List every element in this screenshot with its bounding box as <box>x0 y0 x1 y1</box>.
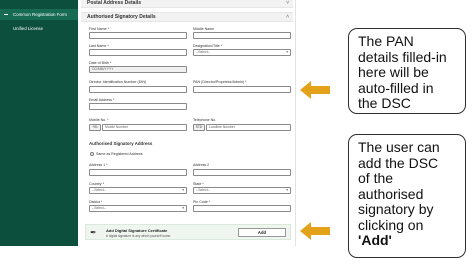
country-value: --Select-- <box>92 188 106 192</box>
mobile-label: Mobile No. * <box>89 118 109 122</box>
last-name-label: Last Name * <box>89 44 109 48</box>
callout-line: the DSC <box>358 95 411 111</box>
state-label: State * <box>193 182 204 186</box>
caret-down-icon: ▾ <box>182 206 184 210</box>
first-name-input[interactable] <box>89 32 187 39</box>
sidebar-item-common-registration-form[interactable]: Common Registration Form <box>0 9 78 20</box>
email-input[interactable] <box>89 103 187 110</box>
sidebar: Common Registration Form Unified License <box>0 0 78 246</box>
postal-address-section-header[interactable]: Postal Address Details ˅ <box>81 0 293 8</box>
designation-select[interactable]: --Select-- ▾ <box>193 49 291 56</box>
callout-line: here will be <box>358 64 429 80</box>
chevron-up-icon: ˄ <box>286 14 289 20</box>
mobile-country-code: +91 <box>89 124 101 131</box>
signatory-address-heading: Authorised Signatory Address <box>89 141 153 146</box>
din-label: Director Identification Number (DIN) <box>89 80 147 84</box>
callout-line: details filled-in <box>358 48 447 65</box>
telephone-std-code[interactable]: STD <box>193 124 205 131</box>
callout-line: authorised <box>358 185 424 202</box>
dsc-panel: ✒ Add Digital Signature Certificate A di… <box>85 224 291 240</box>
address1-input[interactable] <box>89 169 187 176</box>
telephone-placeholder: Landline Number <box>209 125 235 129</box>
pen-signature-icon: ✒ <box>90 228 97 237</box>
dob-input[interactable]: DD/MM/YYYY <box>89 66 187 73</box>
callout-line: signatory by <box>358 201 434 217</box>
address2-input[interactable] <box>193 169 291 176</box>
caret-down-icon: ▾ <box>286 188 288 192</box>
district-value: --Select-- <box>92 206 106 210</box>
authorised-signatory-section-header[interactable]: Authorised Signatory Details ˄ <box>81 12 293 22</box>
designation-value: --Select-- <box>196 50 210 54</box>
authorised-signatory-section-title: Authorised Signatory Details <box>87 14 156 20</box>
dob-placeholder: DD/MM/YYYY <box>92 67 114 71</box>
pan-input[interactable] <box>193 86 291 93</box>
callout-line: auto-filled in <box>358 79 434 96</box>
mobile-placeholder: Mobile Number <box>105 125 128 129</box>
middle-name-label: Middle Name <box>193 27 215 31</box>
left-arrow-icon <box>300 222 330 240</box>
add-dsc-callout: The user can add the DSC of the authoris… <box>348 134 466 258</box>
pin-code-input[interactable] <box>193 205 291 212</box>
pin-code-label: Pin Code * <box>193 200 211 204</box>
pan-autofill-callout: The PAN details filled-in here will be a… <box>348 28 466 114</box>
postal-address-section-title: Postal Address Details <box>87 0 142 6</box>
left-arrow-icon <box>300 81 330 99</box>
dsc-subtitle: A digital signature is any which yoursel… <box>106 233 172 238</box>
dsc-title: Add Digital Signature Certificate <box>106 228 168 233</box>
state-select[interactable]: --Select-- ▾ <box>193 187 291 194</box>
address2-label: Address 2 <box>193 163 210 167</box>
designation-label: Designation/Title * <box>193 44 223 48</box>
middle-name-input[interactable] <box>193 32 291 39</box>
last-name-input[interactable] <box>89 49 187 56</box>
form-panel: Postal Address Details ˅ Authorised Sign… <box>78 0 296 246</box>
pan-label: PAN (Director/Proprietor/Admin) * <box>193 80 247 84</box>
callout-line: The PAN <box>358 33 414 49</box>
same-as-registered-radio[interactable] <box>90 152 94 156</box>
district-select[interactable]: --Select-- ▾ <box>89 205 187 212</box>
mobile-input[interactable]: Mobile Number <box>102 124 187 131</box>
address1-label: Address 1 * <box>89 163 108 167</box>
email-label: Email Address * <box>89 98 115 102</box>
caret-down-icon: ▾ <box>286 50 288 54</box>
country-select[interactable]: --Select-- ▾ <box>89 187 187 194</box>
callout-line: of the <box>358 170 394 186</box>
same-as-registered-label: Same as Registered Address <box>96 152 143 156</box>
chevron-down-icon: ˅ <box>286 0 289 6</box>
caret-down-icon: ▾ <box>182 188 184 192</box>
din-input[interactable] <box>89 86 187 93</box>
add-dsc-button[interactable]: Add <box>238 227 286 237</box>
sidebar-item-unified-license[interactable]: Unified License <box>0 23 78 34</box>
callout-line: 'Add' <box>358 232 392 248</box>
callout-line: add the DSC <box>358 154 439 171</box>
telephone-label: Telephone No. <box>193 118 217 122</box>
first-name-label: First Name * <box>89 27 109 31</box>
page: Common Registration Form Unified License… <box>0 0 474 267</box>
telephone-input[interactable]: Landline Number <box>206 124 291 131</box>
dob-label: Date of Birth * <box>89 61 112 65</box>
state-value: --Select-- <box>196 188 210 192</box>
callout-line: clicking on <box>358 216 424 233</box>
district-label: District * <box>89 200 103 204</box>
callout-line: The user can <box>358 139 440 155</box>
country-label: Country * <box>89 182 104 186</box>
